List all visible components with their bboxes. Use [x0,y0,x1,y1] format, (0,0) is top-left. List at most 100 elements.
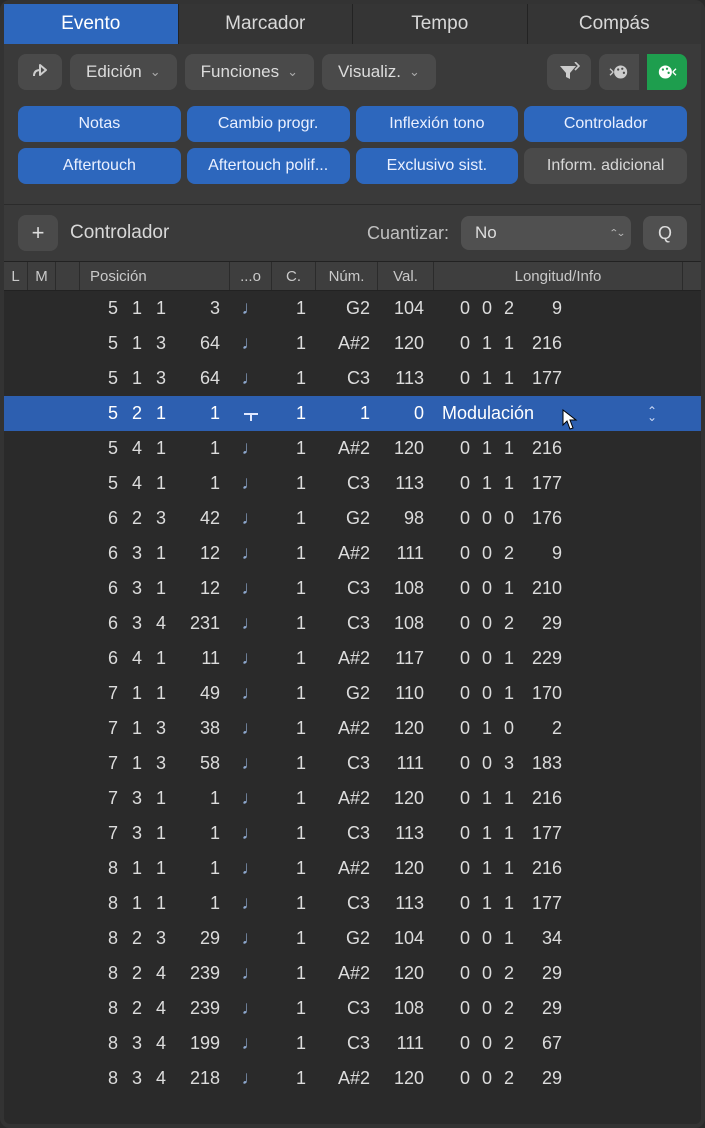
channel-value[interactable]: 1 [296,823,306,844]
length-value[interactable]: 001170 [434,683,683,704]
position-value[interactable]: 63112 [90,543,222,564]
val-value[interactable]: 0 [414,403,424,424]
position-value[interactable]: 71149 [90,683,222,704]
up-arrow-button[interactable] [18,54,62,90]
num-value[interactable]: G2 [346,683,370,704]
position-value[interactable]: 5211 [90,403,222,424]
length-value[interactable]: 0029 [434,298,683,319]
num-value[interactable]: C3 [347,578,370,599]
length-value[interactable]: 00229 [434,613,683,634]
quantize-button[interactable]: Q [643,216,687,250]
num-value[interactable]: C3 [347,893,370,914]
length-value[interactable]: 001210 [434,578,683,599]
length-value[interactable]: 000176 [434,508,683,529]
position-value[interactable]: 71358 [90,753,222,774]
table-row[interactable]: 71358♩1C3111003183 [4,746,701,781]
val-value[interactable]: 120 [394,858,424,879]
table-row[interactable]: 51364♩1A#2120011216 [4,326,701,361]
position-value[interactable]: 71338 [90,718,222,739]
num-value[interactable]: C3 [347,368,370,389]
val-value[interactable]: 120 [394,438,424,459]
num-value[interactable]: A#2 [338,333,370,354]
length-value[interactable]: 011177 [434,893,683,914]
position-value[interactable]: 82329 [90,928,222,949]
num-value[interactable]: A#2 [338,648,370,669]
num-value[interactable]: G2 [346,508,370,529]
num-value[interactable]: C3 [347,998,370,1019]
header-c[interactable]: C. [272,262,316,290]
channel-value[interactable]: 1 [296,473,306,494]
channel-value[interactable]: 1 [296,543,306,564]
table-row[interactable]: 51364♩1C3113011177 [4,361,701,396]
val-value[interactable]: 111 [397,753,424,774]
table-row[interactable]: 824239♩1A#212000229 [4,956,701,991]
table-row[interactable]: 824239♩1C310800229 [4,991,701,1026]
num-value[interactable]: A#2 [338,438,370,459]
length-value[interactable]: 011216 [434,788,683,809]
val-value[interactable]: 104 [394,928,424,949]
val-value[interactable]: 117 [395,648,424,669]
channel-value[interactable]: 1 [296,438,306,459]
position-value[interactable]: 7311 [90,788,222,809]
length-value[interactable]: 0102 [434,718,683,739]
info-value[interactable]: Modulación⌃⌄ [434,403,683,424]
length-value[interactable]: 003183 [434,753,683,774]
table-row[interactable]: 5113♩1G21040029 [4,291,701,326]
header-longitud[interactable]: Longitud/Info [434,262,683,290]
table-row[interactable]: 8111♩1C3113011177 [4,886,701,921]
visualiz-menu[interactable]: Visualiz. ⌄ [322,54,436,90]
num-value[interactable]: G2 [346,298,370,319]
filter-aftertouch[interactable]: Aftertouch [18,148,181,184]
position-value[interactable]: 5411 [90,438,222,459]
table-row[interactable]: 64111♩1A#2117001229 [4,641,701,676]
filter-aftertouch-polif[interactable]: Aftertouch polif... [187,148,350,184]
val-value[interactable]: 120 [394,718,424,739]
channel-value[interactable]: 1 [296,1033,306,1054]
val-value[interactable]: 111 [397,543,424,564]
position-value[interactable]: 64111 [90,648,222,669]
tab-evento[interactable]: Evento [4,4,179,44]
val-value[interactable]: 120 [394,1068,424,1089]
num-value[interactable]: C3 [347,1033,370,1054]
num-value[interactable]: 1 [360,403,370,424]
num-value[interactable]: C3 [347,613,370,634]
header-val[interactable]: Val. [378,262,434,290]
val-value[interactable]: 108 [394,613,424,634]
header-o[interactable]: ...o [230,262,272,290]
length-value[interactable]: 00267 [434,1033,683,1054]
channel-value[interactable]: 1 [296,508,306,529]
table-row[interactable]: 7311♩1A#2120011216 [4,781,701,816]
num-value[interactable]: C3 [347,473,370,494]
position-value[interactable]: 824239 [90,998,222,1019]
filter-exclusivo-sist[interactable]: Exclusivo sist. [356,148,519,184]
length-value[interactable]: 00229 [434,963,683,984]
dropdown-icon[interactable]: ⌃⌄ [647,408,657,420]
table-row[interactable]: 63112♩1A#21110029 [4,536,701,571]
channel-value[interactable]: 1 [296,403,306,424]
val-value[interactable]: 113 [395,823,424,844]
filter-controlador[interactable]: Controlador [524,106,687,142]
table-row[interactable]: 634231♩1C310800229 [4,606,701,641]
tab-marcador[interactable]: Marcador [179,4,354,44]
position-value[interactable]: 634231 [90,613,222,634]
filter-inform-adicional[interactable]: Inform. adicional [524,148,687,184]
channel-value[interactable]: 1 [296,928,306,949]
channel-value[interactable]: 1 [296,858,306,879]
filter-notas[interactable]: Notas [18,106,181,142]
channel-value[interactable]: 1 [296,893,306,914]
position-value[interactable]: 834199 [90,1033,222,1054]
channel-value[interactable]: 1 [296,998,306,1019]
channel-value[interactable]: 1 [296,368,306,389]
channel-value[interactable]: 1 [296,578,306,599]
position-value[interactable]: 824239 [90,963,222,984]
val-value[interactable]: 120 [394,963,424,984]
length-value[interactable]: 011177 [434,823,683,844]
filter-options-button[interactable] [547,54,591,90]
table-row[interactable]: 8111♩1A#2120011216 [4,851,701,886]
table-row[interactable]: 834199♩1C311100267 [4,1026,701,1061]
channel-value[interactable]: 1 [296,333,306,354]
table-row[interactable]: 71149♩1G2110001170 [4,676,701,711]
table-row[interactable]: 7311♩1C3113011177 [4,816,701,851]
val-value[interactable]: 113 [395,473,424,494]
val-value[interactable]: 113 [395,893,424,914]
